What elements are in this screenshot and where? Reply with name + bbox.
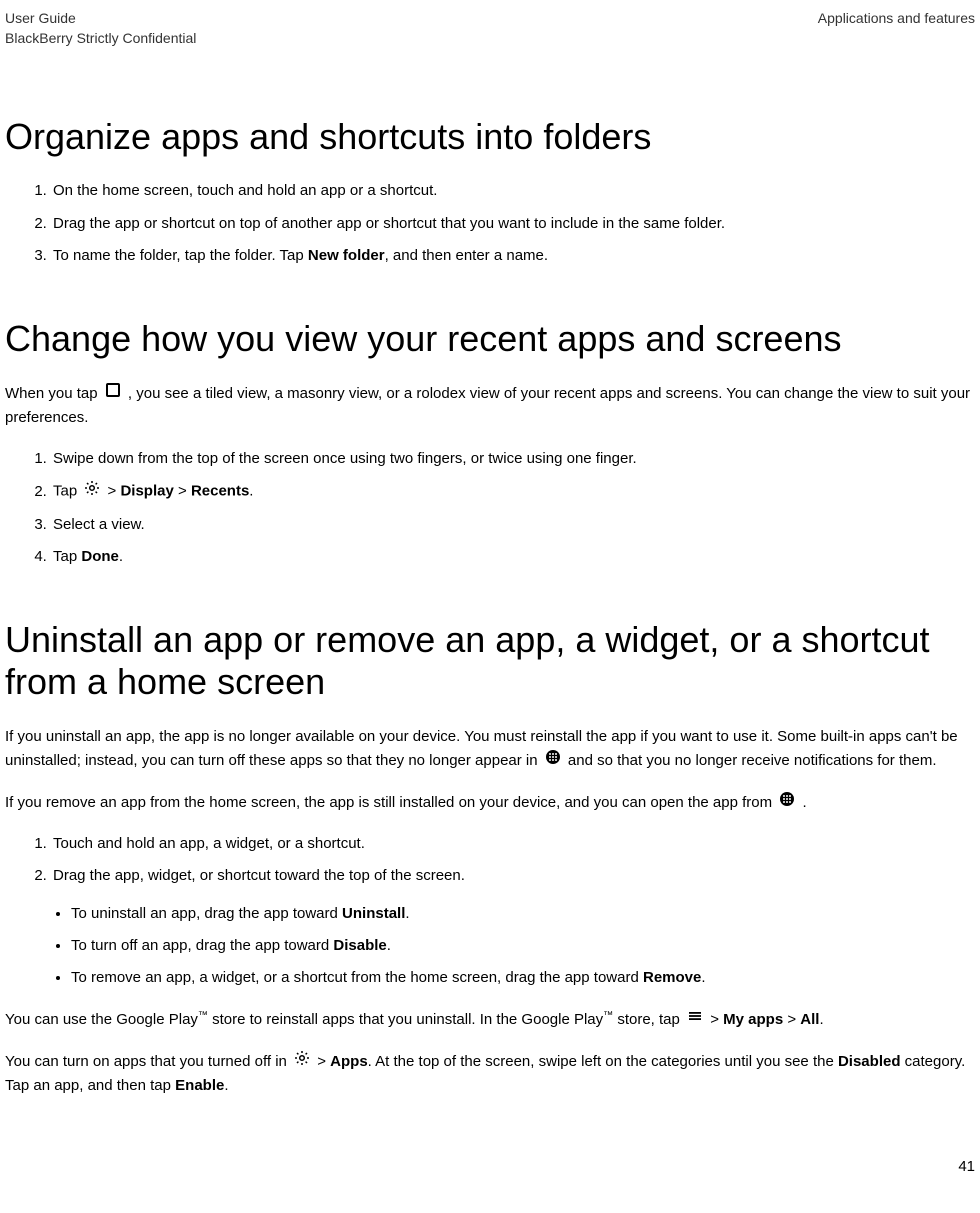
change-s4a: Tap bbox=[53, 548, 81, 565]
section-organize: Organize apps and shortcuts into folders… bbox=[5, 116, 975, 268]
uninstall-p2: If you remove an app from the home scree… bbox=[5, 791, 975, 815]
enable-label: Enable bbox=[175, 1077, 224, 1094]
settings-gear-icon bbox=[84, 480, 100, 504]
change-step-4: Tap Done. bbox=[51, 546, 975, 569]
change-s2b: > bbox=[103, 483, 120, 500]
b1a: To uninstall an app, drag the app toward bbox=[71, 905, 342, 922]
settings-gear-icon bbox=[294, 1050, 310, 1074]
uninstall-p4: You can turn on apps that you turned off… bbox=[5, 1050, 975, 1098]
uninstall-p3: You can use the Google Play™ store to re… bbox=[5, 1008, 975, 1032]
tm-2: ™ bbox=[603, 1010, 613, 1021]
organize-step-1: On the home screen, touch and hold an ap… bbox=[51, 180, 975, 203]
b2a: To turn off an app, drag the app toward bbox=[71, 937, 333, 954]
heading-change-view: Change how you view your recent apps and… bbox=[5, 318, 975, 360]
organize-step-3: To name the folder, tap the folder. Tap … bbox=[51, 245, 975, 268]
apps-label: Apps bbox=[330, 1053, 368, 1070]
section-uninstall: Uninstall an app or remove an app, a wid… bbox=[5, 619, 975, 1098]
tm-1: ™ bbox=[198, 1010, 208, 1021]
header-guide: User Guide bbox=[5, 10, 196, 26]
organize-steps: On the home screen, touch and hold an ap… bbox=[5, 180, 975, 268]
change-step-1: Swipe down from the top of the screen on… bbox=[51, 448, 975, 471]
b3c: . bbox=[701, 969, 705, 986]
display-label: Display bbox=[120, 483, 173, 500]
myapps-label: My apps bbox=[723, 1011, 783, 1028]
uninstall-step-2: Drag the app, widget, or shortcut toward… bbox=[51, 865, 975, 888]
uninstall-bullet-2: To turn off an app, drag the app toward … bbox=[71, 934, 975, 958]
page-number: 41 bbox=[5, 1158, 975, 1175]
uninstall-p1b: and so that you no longer receive notifi… bbox=[564, 752, 937, 769]
remove-label: Remove bbox=[643, 969, 701, 986]
apps-drawer-icon bbox=[545, 749, 561, 773]
change-step-2: Tap > Display > Recents. bbox=[51, 480, 975, 504]
p4d: . At the top of the screen, swipe left o… bbox=[368, 1053, 838, 1070]
heading-uninstall: Uninstall an app or remove an app, a wid… bbox=[5, 619, 975, 703]
change-intro-b: , you see a tiled view, a masonry view, … bbox=[5, 385, 970, 426]
uninstall-bullet-1: To uninstall an app, drag the app toward… bbox=[71, 902, 975, 926]
change-s2a: Tap bbox=[53, 483, 81, 500]
p3b: store to reinstall apps that you uninsta… bbox=[208, 1011, 603, 1028]
change-intro: When you tap , you see a tiled view, a m… bbox=[5, 382, 975, 430]
uninstall-label: Uninstall bbox=[342, 905, 405, 922]
p3f: > bbox=[783, 1011, 800, 1028]
new-folder-label: New folder bbox=[308, 247, 385, 264]
b1c: . bbox=[405, 905, 409, 922]
done-label: Done bbox=[81, 548, 119, 565]
disabled-label: Disabled bbox=[838, 1053, 901, 1070]
uninstall-steps: Touch and hold an app, a widget, or a sh… bbox=[5, 833, 975, 888]
uninstall-p2b: . bbox=[798, 794, 806, 811]
b3a: To remove an app, a widget, or a shortcu… bbox=[71, 969, 643, 986]
step3-part-a: To name the folder, tap the folder. Tap bbox=[53, 247, 308, 264]
change-intro-a: When you tap bbox=[5, 385, 102, 402]
organize-step-2: Drag the app or shortcut on top of anoth… bbox=[51, 213, 975, 236]
header-confidential: BlackBerry Strictly Confidential bbox=[5, 30, 196, 46]
section-change-view: Change how you view your recent apps and… bbox=[5, 318, 975, 569]
apps-drawer-icon bbox=[779, 791, 795, 815]
uninstall-step-1: Touch and hold an app, a widget, or a sh… bbox=[51, 833, 975, 856]
p4a: You can turn on apps that you turned off… bbox=[5, 1053, 291, 1070]
p4h: . bbox=[224, 1077, 228, 1094]
uninstall-bullets: To uninstall an app, drag the app toward… bbox=[5, 902, 975, 990]
p3h: . bbox=[819, 1011, 823, 1028]
uninstall-p1: If you uninstall an app, the app is no l… bbox=[5, 725, 975, 773]
b2c: . bbox=[387, 937, 391, 954]
p3d: > bbox=[706, 1011, 723, 1028]
page-header: User Guide BlackBerry Strictly Confident… bbox=[5, 10, 975, 46]
header-left: User Guide BlackBerry Strictly Confident… bbox=[5, 10, 196, 46]
header-section: Applications and features bbox=[818, 10, 975, 46]
hamburger-menu-icon bbox=[687, 1008, 703, 1032]
p3c: store, tap bbox=[613, 1011, 684, 1028]
heading-organize: Organize apps and shortcuts into folders bbox=[5, 116, 975, 158]
uninstall-p2a: If you remove an app from the home scree… bbox=[5, 794, 776, 811]
change-s2d: > bbox=[174, 483, 191, 500]
step3-part-c: , and then enter a name. bbox=[385, 247, 548, 264]
change-s4c: . bbox=[119, 548, 123, 565]
change-steps: Swipe down from the top of the screen on… bbox=[5, 448, 975, 569]
uninstall-bullet-3: To remove an app, a widget, or a shortcu… bbox=[71, 966, 975, 990]
p4b: > bbox=[313, 1053, 330, 1070]
change-step-3: Select a view. bbox=[51, 514, 975, 537]
recents-label: Recents bbox=[191, 483, 249, 500]
all-label: All bbox=[800, 1011, 819, 1028]
p3a: You can use the Google Play bbox=[5, 1011, 198, 1028]
recent-apps-icon bbox=[105, 382, 121, 406]
change-s2f: . bbox=[249, 483, 253, 500]
disable-label: Disable bbox=[333, 937, 386, 954]
